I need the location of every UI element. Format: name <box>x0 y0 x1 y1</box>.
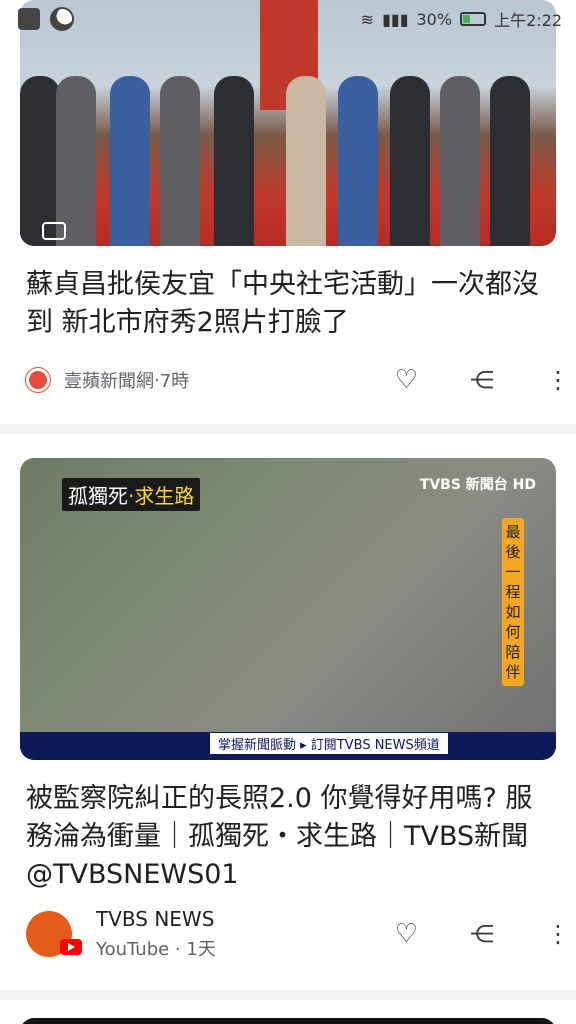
video-age: 1天 <box>186 939 216 960</box>
person-figure <box>338 76 378 246</box>
news-app-icon <box>18 8 40 30</box>
video-thumbnail[interactable]: 孤獨死·求生路 TVBS 新聞台 HD 最後一程如何陪伴 掌握新聞脈動 ▸ 訂閱… <box>20 458 556 760</box>
program-tag: 孤獨死·求生路 <box>62 478 201 511</box>
card-divider <box>0 990 576 1000</box>
person-figure <box>160 76 200 246</box>
person-figure <box>214 76 254 246</box>
article-title[interactable]: 蘇貞昌批侯友宜「中央社宅活動」一次都沒到 新北市府秀2照片打臉了 <box>26 266 550 342</box>
card-divider <box>0 424 576 434</box>
vertical-caption: 最後一程如何陪伴 <box>502 518 524 686</box>
battery-percent: 30% <box>416 9 453 29</box>
news-card[interactable]: 蘇貞昌批侯友宜「中央社宅活動」一次都沒到 新北市府秀2照片打臉了 壹蘋新聞網 ·… <box>0 0 576 424</box>
person-figure <box>440 76 480 246</box>
more-options-icon[interactable]: ⋮ <box>546 366 570 394</box>
source-logo-icon <box>26 368 50 392</box>
person-figure <box>286 76 326 246</box>
person-figure <box>20 76 60 246</box>
channel-avatar[interactable] <box>26 911 82 957</box>
news-ticker: 掌握新聞脈動 ▸ 訂閱TVBS NEWS頻道 <box>20 732 556 760</box>
clock: 上午2:22 <box>494 11 562 30</box>
video-meta: TVBS NEWS YouTube · 1天 ♡ ⋲ ⋮ <box>26 904 570 964</box>
battery-icon <box>460 12 487 26</box>
person-figure <box>56 76 96 246</box>
signal-icon: ▮▮▮ <box>382 9 409 29</box>
platform-name: YouTube <box>96 939 170 960</box>
article-age: 7時 <box>159 371 190 392</box>
heart-icon[interactable]: ♡ <box>395 365 418 395</box>
camera-icon <box>42 222 66 240</box>
person-figure <box>110 76 150 246</box>
article-meta: 壹蘋新聞網 · 7時 ♡ ⋲ ⋮ <box>26 360 570 400</box>
status-bar: ≋ ▮▮▮ 30% 上午2:22 <box>0 0 576 38</box>
share-icon[interactable]: ⋲ <box>470 920 494 948</box>
youtube-icon <box>60 939 82 955</box>
more-options-icon[interactable]: ⋮ <box>546 920 570 948</box>
broadcaster-logo: TVBS 新聞台 HD <box>419 477 536 493</box>
heart-icon[interactable]: ♡ <box>395 919 418 949</box>
channel-name[interactable]: TVBS NEWS <box>96 907 216 931</box>
source-name: 壹蘋新聞網 <box>64 371 154 392</box>
share-icon[interactable]: ⋲ <box>470 366 494 394</box>
person-figure <box>390 76 430 246</box>
next-card-thumbnail[interactable] <box>20 1018 556 1024</box>
video-title[interactable]: 被監察院糾正的長照2.0 你覺得好用嗎? 服務淪為衝量｜孤獨死・求生路｜TVBS… <box>26 780 550 894</box>
meta-separator: · <box>169 939 187 960</box>
do-not-disturb-icon <box>50 7 74 31</box>
wifi-icon: ≋ <box>360 9 375 29</box>
person-figure <box>490 76 530 246</box>
video-card[interactable]: 孤獨死·求生路 TVBS 新聞台 HD 最後一程如何陪伴 掌握新聞脈動 ▸ 訂閱… <box>0 434 576 990</box>
